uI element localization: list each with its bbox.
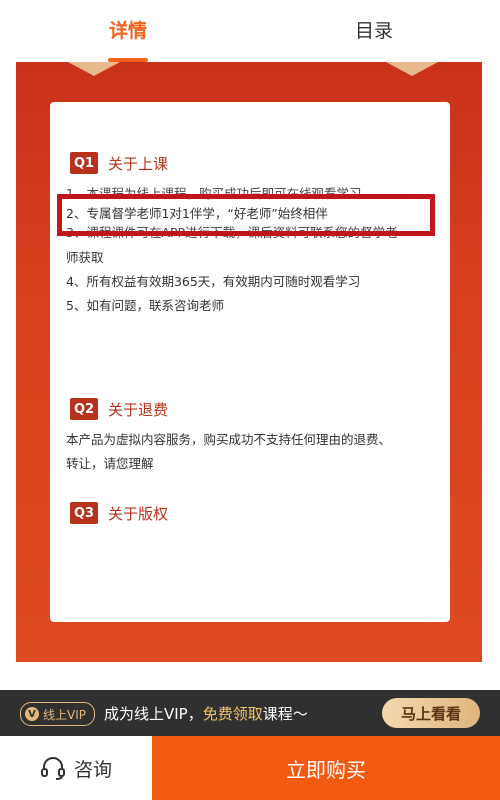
promo-text-prefix: 成为线上VIP， (104, 705, 203, 723)
consult-button[interactable]: 咨询 (0, 736, 152, 800)
section-header-q2: Q2 关于退费 (70, 398, 168, 420)
section-title-q2: 关于退费 (108, 400, 169, 419)
q2-badge: Q2 (70, 398, 98, 420)
buy-now-button[interactable]: 立即购买 (152, 736, 500, 800)
vip-tag: V 线上VIP (20, 702, 95, 726)
vip-tag-label: 线上VIP (43, 707, 86, 722)
promo-text: 成为线上VIP，免费领取课程～ (104, 703, 308, 724)
list-item: 师获取 (66, 250, 104, 265)
section-title-q1: 关于上课 (108, 154, 169, 173)
paragraph-line: 本产品为虚拟内容服务，购买成功不支持任何理由的退费、 (66, 432, 392, 447)
info-card: Q1 关于上课 1、本课程为线上课程，购买成功后即可在线观看学习 2、专属督学老… (50, 102, 450, 622)
list-item: 4、所有权益有效期365天，有效期内可随时观看学习 (66, 274, 361, 289)
vip-icon: V (25, 707, 39, 721)
tab-details[interactable]: 详情 (68, 16, 188, 43)
refund-policy-text: 本产品为虚拟内容服务，购买成功不支持任何理由的退费、 转让，请您理解 (66, 428, 438, 476)
vip-promo-bar[interactable]: V 线上VIP 成为线上VIP，免费领取课程～ 马上看看 (0, 690, 500, 736)
paragraph-line: 转让，请您理解 (66, 456, 154, 471)
headset-icon (40, 757, 65, 780)
q3-badge: Q3 (70, 502, 98, 524)
decor-triangle-right (386, 62, 438, 76)
promo-text-highlight: 免费领取 (202, 705, 263, 723)
q1-badge: Q1 (70, 152, 98, 174)
decor-triangle-left (68, 62, 120, 76)
promo-text-suffix: 课程～ (262, 705, 308, 723)
bottom-action-bar: 咨询 立即购买 (0, 736, 500, 800)
tab-catalog[interactable]: 目录 (314, 16, 434, 43)
consult-label: 咨询 (73, 758, 112, 781)
tab-bar: 详情 目录 (0, 0, 500, 62)
section-header-q3: Q3 关于版权 (70, 502, 168, 524)
annotation-highlight-box (57, 194, 435, 236)
section-title-q3: 关于版权 (108, 504, 169, 523)
detail-banner: Q1 关于上课 1、本课程为线上课程，购买成功后即可在线观看学习 2、专属督学老… (16, 62, 482, 662)
watch-now-button[interactable]: 马上看看 (382, 698, 480, 728)
section-header-q1: Q1 关于上课 (70, 152, 168, 174)
list-item: 5、如有问题，联系咨询老师 (66, 298, 224, 313)
